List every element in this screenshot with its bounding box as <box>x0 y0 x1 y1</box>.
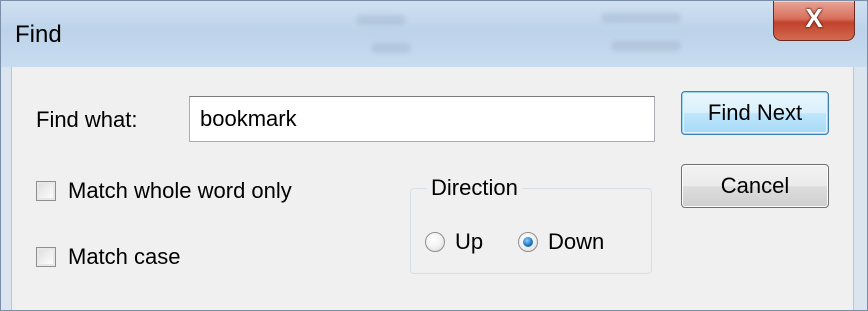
direction-up-label: Up <box>455 229 484 254</box>
background-blur <box>601 13 681 23</box>
background-blur <box>356 15 406 25</box>
background-blur <box>611 41 681 51</box>
match-case-checkbox[interactable] <box>36 247 56 267</box>
find-next-button[interactable]: Find Next <box>681 91 829 135</box>
direction-down-radio[interactable] <box>518 232 538 252</box>
match-whole-word-checkbox[interactable] <box>36 181 56 201</box>
background-blur <box>371 43 411 53</box>
match-case-option[interactable]: Match case <box>36 244 181 270</box>
direction-group: Direction Up Down <box>410 175 652 274</box>
window-title: Find <box>15 21 62 48</box>
find-what-input[interactable] <box>189 96 655 142</box>
match-whole-word-label: Match whole word only <box>68 178 292 203</box>
match-case-label: Match case <box>68 244 181 269</box>
close-button[interactable]: X <box>773 1 855 41</box>
cancel-button[interactable]: Cancel <box>681 164 829 208</box>
direction-up-radio[interactable] <box>425 232 445 252</box>
direction-down-option[interactable]: Down <box>518 229 604 255</box>
direction-up-option[interactable]: Up <box>425 229 483 255</box>
find-what-label: Find what: <box>36 107 138 132</box>
close-icon: X <box>805 3 823 33</box>
dialog-body: Find what: Find Next Cancel Match whole … <box>11 67 854 310</box>
title-bar[interactable]: Find X <box>1 1 867 67</box>
find-dialog: Find X Find what: Find Next Cancel Match… <box>0 0 868 311</box>
match-whole-word-option[interactable]: Match whole word only <box>36 178 292 204</box>
direction-down-label: Down <box>548 229 605 254</box>
direction-legend: Direction <box>427 175 522 201</box>
